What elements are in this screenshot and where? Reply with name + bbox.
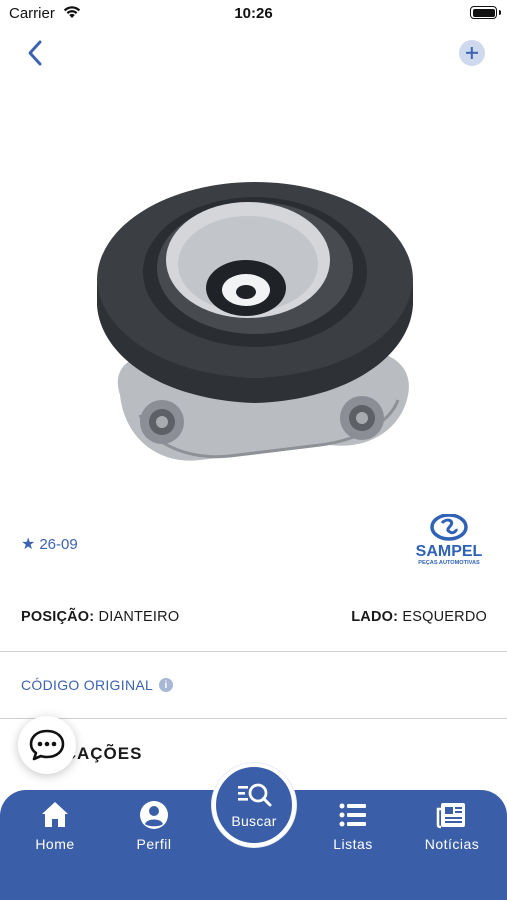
tab-home[interactable]: Home	[15, 798, 95, 852]
chat-button[interactable]	[18, 716, 76, 774]
codigo-original-label: CÓDIGO ORIGINAL	[21, 677, 154, 693]
tab-listas-label: Listas	[333, 836, 373, 852]
search-icon	[238, 783, 272, 807]
detail-row: POSIÇÃO: DIANTEIRO LADO: ESQUERDO	[21, 609, 487, 625]
brand-logo: SAMPEL PEÇAS AUTOMOTIVAS	[416, 514, 483, 566]
brand-tagline: PEÇAS AUTOMOTIVAS	[418, 560, 480, 566]
tab-listas[interactable]: Listas	[313, 798, 393, 852]
tab-home-label: Home	[35, 836, 75, 852]
codigo-original-link[interactable]: CÓDIGO ORIGINAL i	[21, 677, 174, 693]
tab-noticias[interactable]: Notícias	[412, 798, 492, 852]
tab-perfil[interactable]: Perfil	[114, 798, 194, 852]
product-image	[97, 182, 413, 461]
status-bar: Carrier 10:26	[0, 0, 507, 28]
list-icon	[339, 803, 366, 827]
home-icon	[42, 802, 68, 827]
position-value: DIANTEIRO	[98, 609, 180, 625]
rating-value: 26-09	[39, 535, 78, 553]
battery-icon	[470, 6, 501, 19]
newspaper-icon	[436, 803, 465, 829]
position-label: POSIÇÃO:	[21, 609, 95, 625]
info-icon[interactable]: i	[159, 678, 174, 692]
star-icon: ★	[21, 536, 36, 553]
chat-bubble-icon	[29, 729, 65, 761]
rating: ★ 26-09	[21, 534, 78, 554]
divider	[0, 651, 507, 652]
clock: 10:26	[234, 5, 273, 22]
side-label: LADO:	[351, 609, 399, 625]
search-button[interactable]: Buscar	[212, 763, 296, 847]
side-value: ESQUERDO	[402, 609, 487, 625]
brand-name: SAMPEL	[416, 543, 483, 560]
profile-icon	[140, 801, 168, 829]
add-button[interactable]	[459, 40, 485, 66]
back-button[interactable]	[22, 38, 50, 68]
side-info: LADO: ESQUERDO	[351, 609, 487, 625]
tab-noticias-label: Notícias	[424, 836, 480, 852]
chevron-left-icon	[28, 40, 42, 66]
tab-perfil-label: Perfil	[136, 836, 172, 852]
position-info: POSIÇÃO: DIANTEIRO	[21, 609, 179, 625]
search-button-label: Buscar	[231, 813, 277, 829]
divider	[0, 718, 507, 719]
